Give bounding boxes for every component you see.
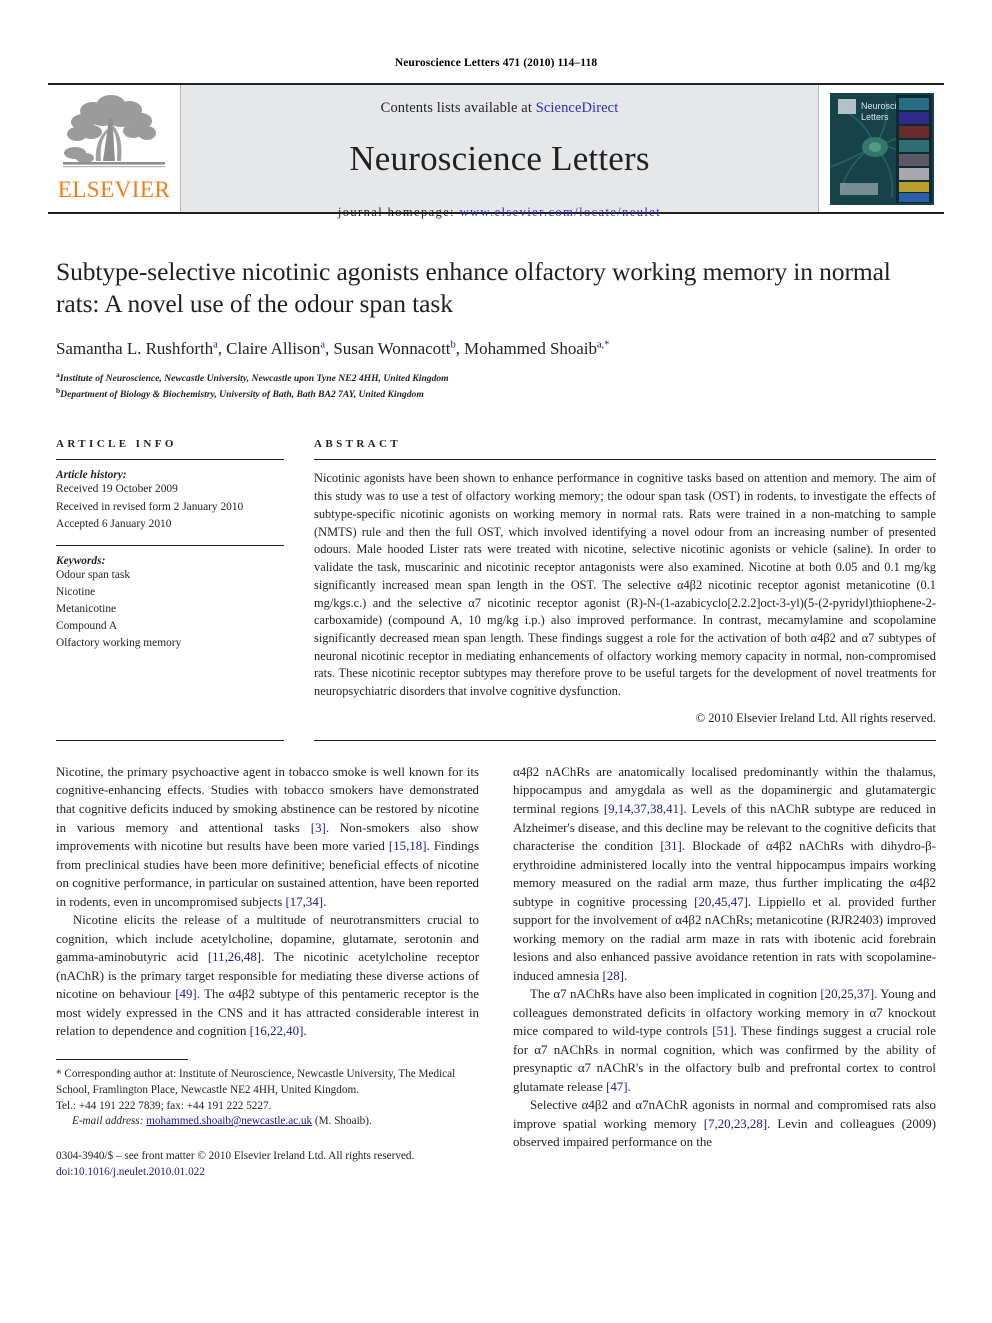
author-name: Mohammed Shoaib	[464, 339, 597, 359]
cover-image: Neuroscience Letters	[829, 92, 934, 205]
citation-reference[interactable]: [11,26,48]	[208, 950, 261, 964]
keyword-item: Metanicotine	[56, 602, 117, 615]
author-affiliation-marker: a,*	[596, 339, 610, 351]
info-bottom-rule	[56, 739, 284, 741]
affiliation: bDepartment of Biology & Biochemistry, U…	[56, 386, 936, 402]
elsevier-logo: ELSEVIER	[48, 85, 181, 212]
sciencedirect-link[interactable]: ScienceDirect	[536, 100, 619, 116]
abstract-text: Nicotinic agonists have been shown to en…	[314, 471, 936, 699]
journal-title: Neuroscience Letters	[349, 139, 650, 178]
citation-reference[interactable]: [20,45,47]	[694, 895, 748, 909]
article-history-item: Received 19 October 2009	[56, 483, 178, 496]
citation-reference[interactable]: [47]	[606, 1080, 627, 1094]
article-history-label: Article history:	[56, 469, 127, 482]
citation-reference[interactable]: [51]	[712, 1024, 733, 1038]
homepage-prefix: journal homepage:	[337, 205, 460, 219]
citation-reference[interactable]: [15,18]	[389, 839, 427, 853]
citation-reference[interactable]: [9,14,37,38,41]	[604, 802, 683, 816]
keywords-rule	[56, 544, 284, 546]
article-title: Subtype-selective nicotinic agonists enh…	[56, 257, 891, 318]
affiliation-text: Department of Biology & Biochemistry, Un…	[60, 389, 424, 401]
article-info-column: ARTICLE INFO Article history: Received 1…	[56, 438, 284, 726]
abstract-bottom-rule	[314, 739, 936, 741]
issn-footer: 0304-3940/$ – see front matter © 2010 El…	[56, 1149, 479, 1181]
body-right-column: α4β2 nAChRs are anatomically localised p…	[513, 763, 936, 1181]
affiliation-list: aInstitute of Neuroscience, Newcastle Un…	[56, 370, 936, 402]
abstract-heading: ABSTRACT	[314, 438, 402, 451]
citation-reference[interactable]: [31]	[660, 839, 681, 853]
abstract-rule	[314, 459, 936, 461]
corresponding-author-note: * Corresponding author at: Institute of …	[56, 1067, 479, 1099]
author-affiliation-marker: a	[213, 339, 218, 351]
body-paragraph: α4β2 nAChRs are anatomically localised p…	[513, 764, 936, 983]
body-left-column: Nicotine, the primary psychoactive agent…	[56, 763, 479, 1181]
author-affiliation-marker: a	[320, 339, 325, 351]
abstract-copyright: © 2010 Elsevier Ireland Ltd. All rights …	[695, 710, 936, 725]
citation-reference[interactable]: [17,34]	[285, 895, 323, 909]
keyword-item: Nicotine	[56, 585, 96, 598]
issn-line: 0304-3940/$ – see front matter © 2010 El…	[56, 1150, 415, 1163]
journal-masthead: ELSEVIER Contents lists available at Sci…	[48, 83, 944, 219]
body-paragraph: Selective α4β2 and α7nAChR agonists in n…	[513, 1098, 937, 1150]
running-head: Neuroscience Letters 471 (2010) 114–118	[394, 57, 598, 69]
contents-available-line: Contents lists available at ScienceDirec…	[381, 100, 619, 117]
masthead-center: Contents lists available at ScienceDirec…	[181, 85, 818, 219]
body-paragraph: Nicotine, the primary psychoactive agent…	[56, 764, 480, 909]
svg-text:Letters: Letters	[861, 112, 889, 122]
citation-reference[interactable]: [28]	[603, 969, 624, 983]
article-info-heading: ARTICLE INFO	[56, 438, 177, 451]
email-link[interactable]: mohammed.shoaib@newcastle.ac.uk	[146, 1115, 312, 1127]
email-address-label: E-mail address:	[72, 1115, 144, 1128]
journal-homepage-line: journal homepage: www.elsevier.com/locat…	[338, 205, 661, 220]
keyword-item: Compound A	[56, 620, 118, 633]
email-suffix: (M. Shoaib).	[312, 1115, 372, 1128]
article-page: Neuroscience Letters 471 (2010) 114–118	[0, 0, 992, 1323]
affiliation: aInstitute of Neuroscience, Newcastle Un…	[56, 370, 936, 386]
author-name: Samantha L. Rushforth	[56, 339, 214, 359]
elsevier-tree-icon	[59, 91, 169, 177]
title-block: Subtype-selective nicotinic agonists enh…	[56, 256, 936, 402]
author-list: Samantha L. Rushfortha, Claire Allisona,…	[56, 339, 610, 359]
body-paragraph: The α7 nAChRs have also been implicated …	[513, 987, 937, 1094]
citation-reference[interactable]: [49]	[175, 987, 196, 1001]
citation-reference[interactable]: [7,20,23,28]	[704, 1117, 767, 1131]
citation-reference[interactable]: [16,22,40]	[250, 1024, 304, 1038]
contact-tel-line: Tel.: +44 191 222 7839; fax: +44 191 222…	[56, 1099, 272, 1112]
body-columns: Nicotine, the primary psychoactive agent…	[56, 763, 936, 1181]
info-abstract-row: ARTICLE INFO Article history: Received 1…	[56, 438, 936, 726]
keyword-item: Odour span task	[56, 568, 131, 581]
corresponding-author-text: Corresponding author at: Institute of Ne…	[56, 1067, 456, 1096]
contents-prefix: Contents lists available at	[380, 100, 536, 116]
article-info-rule	[56, 459, 284, 461]
affiliation-text: Institute of Neuroscience, Newcastle Uni…	[59, 373, 449, 385]
abstract-column: ABSTRACT Nicotinic agonists have been sh…	[314, 438, 936, 726]
info-abstract-bottom-rules	[56, 739, 936, 741]
body-paragraph: Nicotine elicits the release of a multit…	[56, 913, 479, 1039]
elsevier-wordmark: ELSEVIER	[57, 177, 171, 202]
keyword-item: Olfactory working memory	[56, 637, 182, 650]
citation-reference[interactable]: [3]	[311, 821, 326, 835]
article-history-item: Accepted 6 January 2010	[56, 517, 172, 530]
body-left-text: Nicotine, the primary psychoactive agent…	[56, 763, 479, 1041]
email-line: E-mail address: mohammed.shoaib@newcastl…	[56, 1114, 479, 1130]
article-history-item: Received in revised form 2 January 2010	[56, 500, 244, 513]
author-affiliation-marker: b	[450, 339, 456, 351]
article-history-list: Received 19 October 2009 Received in revi…	[56, 481, 284, 532]
author-name: Claire Allison	[226, 339, 321, 359]
keyword-list: Odour span task Nicotine Metanicotine Compo…	[56, 567, 284, 653]
footnote-rule	[56, 1058, 188, 1060]
body-right-text: α4β2 nAChRs are anatomically localised p…	[513, 763, 936, 1152]
journal-cover-thumbnail: Neuroscience Letters	[818, 85, 944, 212]
journal-homepage-link[interactable]: www.elsevier.com/locate/neulet	[460, 205, 662, 219]
doi-link[interactable]: doi:10.1016/j.neulet.2010.01.022	[56, 1165, 479, 1181]
keywords-label: Keywords:	[56, 554, 106, 567]
author-name: Susan Wonnacott	[333, 339, 451, 359]
citation-reference[interactable]: [20,25,37]	[820, 987, 874, 1001]
